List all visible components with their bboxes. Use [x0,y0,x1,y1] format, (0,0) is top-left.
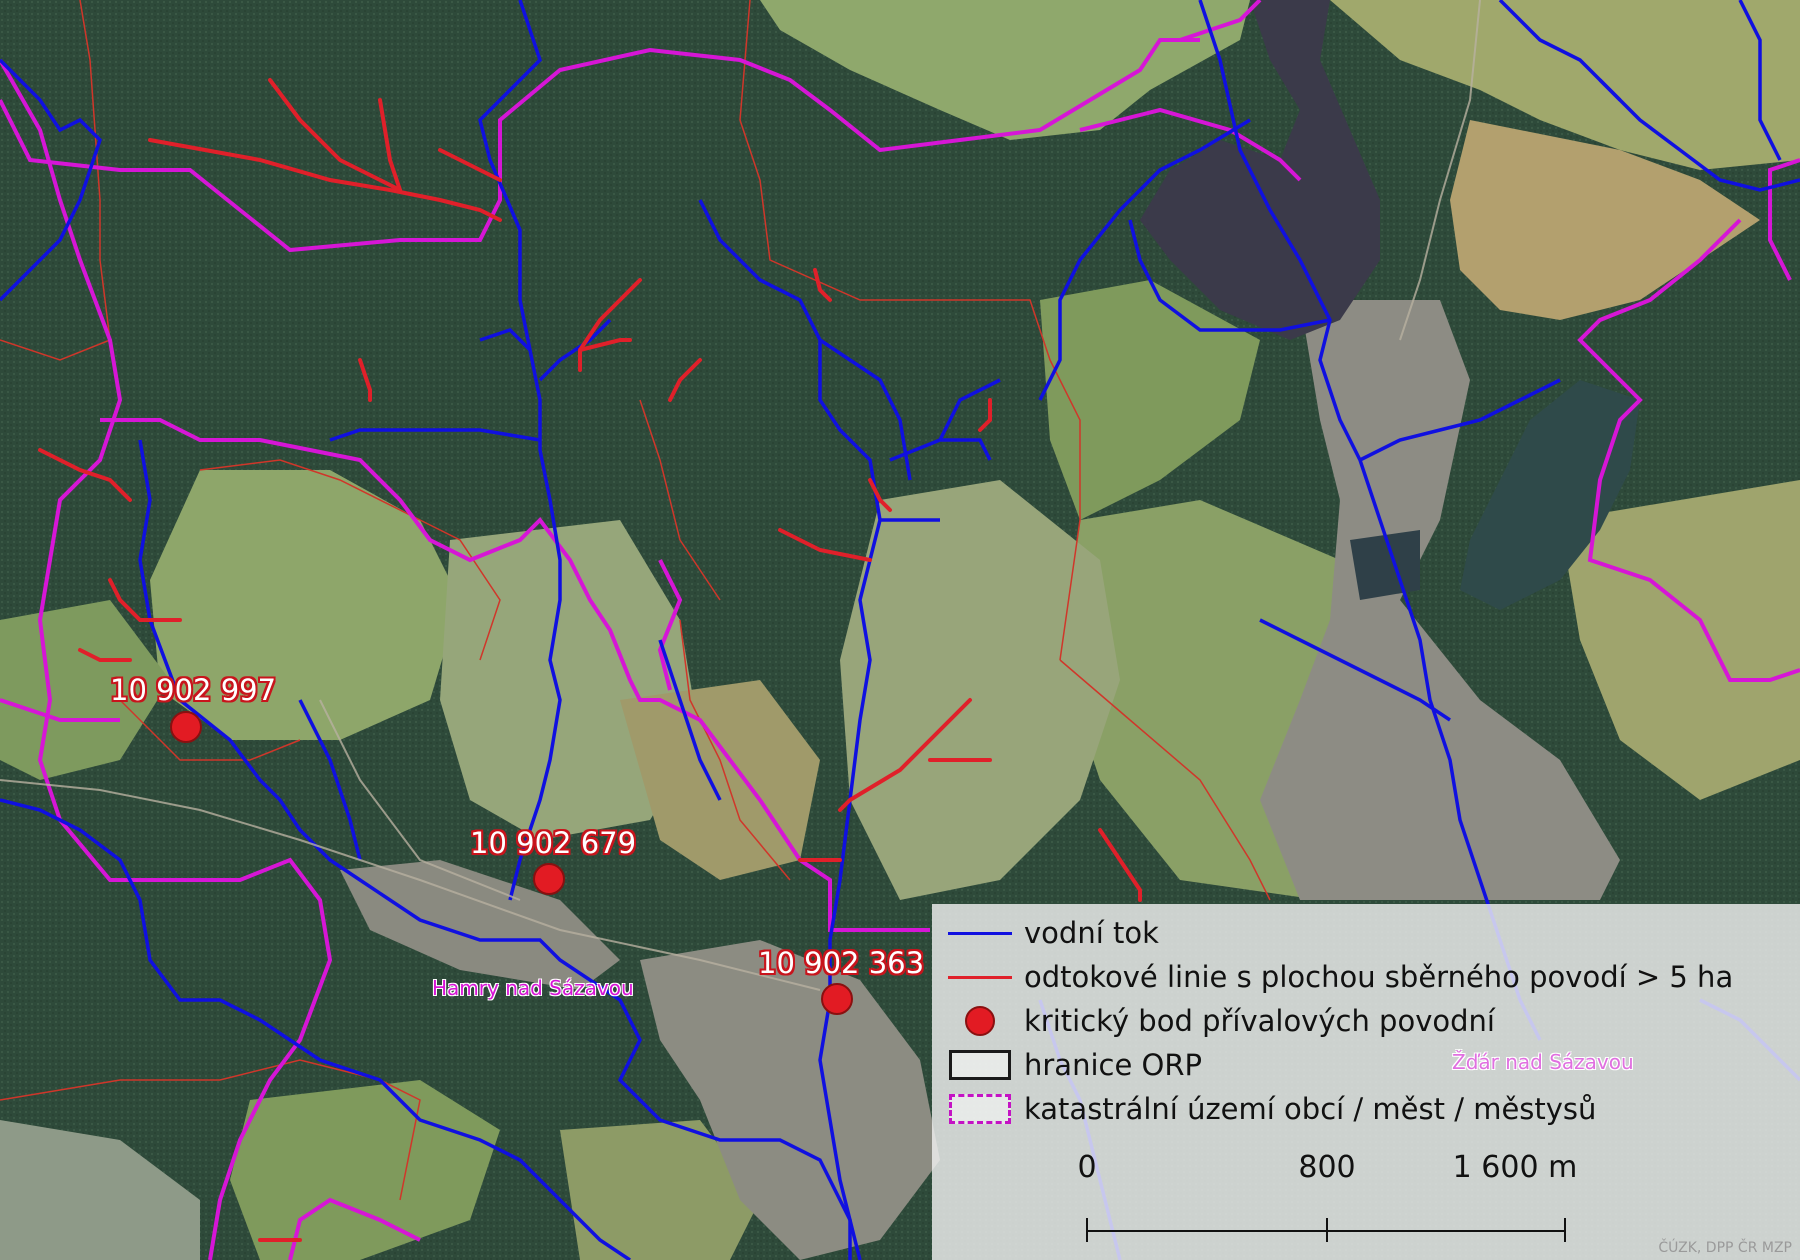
cadastral-boundary-icon [949,1094,1011,1124]
legend-item-critical-point: kritický bod přívalových povodní [946,1004,1495,1038]
critical-point-3[interactable] [821,983,853,1015]
orp-boundary-icon [949,1050,1011,1080]
scale-label-800: 800 [1298,1150,1356,1185]
map-credit: ČÚZK, DPP ČR MZP [1658,1240,1792,1256]
legend-label: odtokové linie s plochou sběrného povodí… [1024,960,1734,994]
legend-item-cadastral: katastrální území obcí / měst / městysů [946,1092,1596,1126]
scale-label-0: 0 [1077,1150,1097,1185]
critical-point-icon [965,1006,995,1036]
place-label-hamry: Hamry nad Sázavou [432,976,634,1000]
legend-label: vodní tok [1024,916,1159,950]
legend-item-river: vodní tok [946,916,1159,950]
critical-point-label-3: 10 902 363 [758,946,925,980]
scale-label-1600: 1 600 m [1452,1150,1578,1185]
legend-item-orp: hranice ORP [946,1048,1202,1082]
critical-point-label-2: 10 902 679 [470,826,637,860]
critical-point-label-1: 10 902 997 [110,673,277,707]
legend-label: hranice ORP [1024,1048,1202,1082]
scale-bar: 0 800 1 600 m [1077,1150,1577,1242]
legend-label: kritický bod přívalových povodní [1024,1004,1495,1038]
place-label-zdar: Žďár nad Sázavou [1452,1050,1634,1074]
critical-point-2[interactable] [533,863,565,895]
legend-label: katastrální území obcí / měst / městysů [1024,1092,1597,1126]
scale-tick [1086,1218,1088,1242]
legend-item-runoff: odtokové linie s plochou sběrného povodí… [946,960,1733,994]
scale-tick [1326,1218,1328,1242]
scale-tick [1564,1218,1566,1242]
runoff-line-icon [948,975,1012,979]
critical-point-1[interactable] [170,711,202,743]
river-line-icon [948,931,1012,935]
